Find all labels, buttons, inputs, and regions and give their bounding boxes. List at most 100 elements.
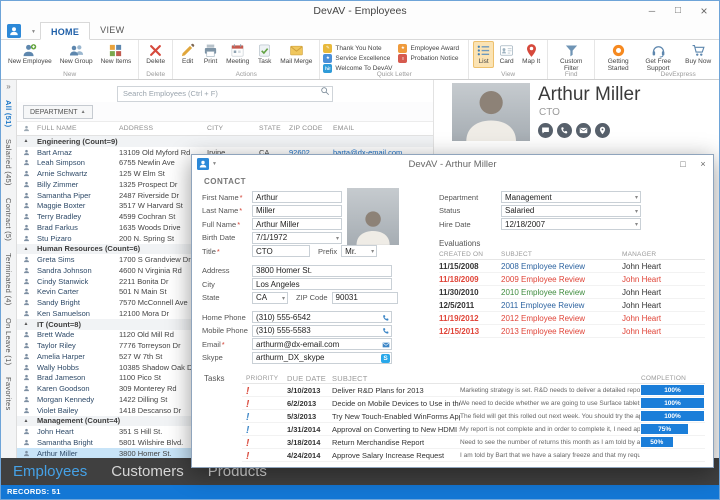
evaluation-row[interactable]: 11/15/2008 2008 Employee Review John Hea… [439, 260, 705, 273]
new-items-button[interactable]: New Items [98, 41, 135, 68]
column-header-city[interactable]: CITY [207, 125, 259, 132]
column-header-state[interactable]: STATE [259, 125, 289, 132]
evaluations-label: Evaluations [439, 239, 480, 248]
status-input[interactable]: Salaried [501, 205, 641, 217]
quick-letter-item[interactable]: ★ Employee Award [398, 43, 459, 53]
custom-filter-button[interactable]: Custom Filter [552, 41, 590, 75]
evaluations-grid: CREATED ON SUBJECT MANAGER 11/15/2008 20… [439, 250, 705, 338]
call-button[interactable] [557, 123, 572, 138]
print-button[interactable]: Print [200, 41, 221, 68]
map-it-button[interactable]: Map It [519, 41, 543, 68]
tasks-header[interactable]: PRIORITY DUE DATE SUBJECT COMPLETION [242, 374, 705, 384]
meeting-button[interactable]: Meeting [223, 41, 252, 68]
quick-letter-icon: ✎ [323, 44, 332, 53]
map-button[interactable] [595, 123, 610, 138]
module-tab[interactable]: Employees [13, 463, 87, 480]
full-name-input[interactable]: Arthur Miller [252, 218, 342, 230]
task-row[interactable]: 6/2/2013 Decide on Mobile Devices to Use… [242, 397, 705, 410]
maximize-icon[interactable] [665, 1, 691, 20]
search-icon [320, 86, 330, 96]
search-box [117, 83, 333, 99]
delete-icon [148, 43, 163, 58]
address-input[interactable]: 3800 Homer St. [252, 265, 392, 277]
task-button[interactable]: Task [254, 41, 275, 68]
group-by-department-chip[interactable]: DEPARTMENT [23, 105, 93, 119]
zip-label: ZIP Code [296, 293, 328, 302]
new-group-button[interactable]: New Group [57, 41, 96, 68]
module-tab[interactable]: Customers [111, 463, 184, 480]
column-header-zip[interactable]: ZIP CODE [289, 125, 333, 132]
dialog-close-icon[interactable]: × [693, 156, 713, 172]
birth-date-input[interactable]: 7/1/1972 [252, 232, 342, 244]
hire-date-input[interactable]: 12/18/2007 [501, 218, 641, 230]
task-row[interactable]: 4/24/2014 Approve Salary Increase Reques… [242, 449, 705, 462]
evaluation-row[interactable]: 11/18/2009 2009 Employee Review John Hea… [439, 273, 705, 286]
evaluation-row[interactable]: 11/19/2012 2012 Employee Review John Hea… [439, 312, 705, 325]
employee-row[interactable]: Engineering (Count=9) [17, 136, 433, 147]
state-input[interactable]: CA [252, 292, 288, 304]
quick-letter-item[interactable]: ✎ Thank You Note [323, 43, 392, 53]
app-menu-button[interactable] [7, 23, 29, 38]
tab-view[interactable]: VIEW [90, 21, 134, 39]
quick-letter-icon: ! [398, 54, 407, 63]
side-tab[interactable]: Favorites [4, 371, 13, 417]
get-free-support-button[interactable]: Get Free Support [639, 41, 677, 75]
contact-tab[interactable]: CONTACT [204, 177, 246, 186]
close-icon[interactable] [691, 1, 717, 20]
side-tab[interactable]: Terminated (4) [4, 247, 13, 312]
task-row[interactable]: 5/3/2013 Try New Touch-Enabled WinForms … [242, 410, 705, 423]
column-header-full-name[interactable]: FULL NAME [37, 125, 119, 132]
person-icon [17, 138, 37, 144]
chat-button[interactable] [538, 123, 553, 138]
task-row[interactable]: 3/10/2013 Deliver R&D Plans for 2013 Mar… [242, 384, 705, 397]
side-tab[interactable]: On Leave (1) [4, 312, 13, 371]
person-icon [17, 213, 37, 220]
side-tab[interactable]: Contract (5) [4, 192, 13, 247]
email-input[interactable]: arthurm@dx-email.com [252, 338, 392, 350]
phone-icon[interactable] [381, 327, 390, 336]
edit-button[interactable]: Edit [177, 41, 198, 68]
delete-button[interactable]: Delete [143, 41, 168, 68]
evaluations-header[interactable]: CREATED ON SUBJECT MANAGER [439, 250, 705, 260]
app-menu-caret-icon[interactable]: ▼ [31, 29, 36, 35]
tab-home[interactable]: HOME [40, 22, 90, 40]
department-input[interactable]: Management [501, 191, 641, 203]
mail-icon[interactable] [381, 340, 390, 349]
completion-bar: 100% [641, 398, 704, 408]
column-header-email[interactable]: EMAIL [333, 125, 433, 132]
evaluation-row[interactable]: 12/15/2013 2013 Employee Review John Hea… [439, 325, 705, 338]
evaluation-row[interactable]: 11/30/2010 2010 Employee Review John Hea… [439, 286, 705, 299]
evaluation-row[interactable]: 12/5/2011 2011 Employee Review John Hear… [439, 299, 705, 312]
new-employee-button[interactable]: New Employee [5, 41, 55, 68]
mail-merge-button[interactable]: Mail Merge [277, 41, 315, 68]
collapse-chevron-icon[interactable] [6, 82, 10, 94]
first-name-input[interactable]: Arthur [252, 191, 342, 203]
search-input[interactable] [117, 86, 333, 102]
column-header-address[interactable]: ADDRESS [119, 125, 207, 132]
phone-icon[interactable] [381, 313, 390, 322]
task-row[interactable]: 3/18/2014 Return Merchandise Report Need… [242, 436, 705, 449]
prefix-input[interactable]: Mr. [341, 245, 377, 257]
task-row[interactable]: 1/31/2014 Approval on Converting to New … [242, 423, 705, 436]
getting-started-button[interactable]: Getting Started [599, 41, 637, 75]
skype-input[interactable]: arthurm_DX_skype [252, 352, 392, 364]
quick-letter-item[interactable]: ★ Service Excellence [323, 53, 392, 63]
priority-icon [246, 446, 249, 463]
last-name-input[interactable]: Miller [252, 205, 342, 217]
home-phone-input[interactable]: (310) 555-6542 [252, 311, 392, 323]
email-button[interactable] [576, 123, 591, 138]
side-tab[interactable]: All (51) [4, 94, 13, 133]
grid-header[interactable]: FULL NAME ADDRESS CITY STATE ZIP CODE EM… [17, 122, 433, 136]
minimize-icon[interactable] [639, 1, 665, 20]
list-view-button[interactable]: List [473, 41, 494, 68]
city-input[interactable]: Los Angeles [252, 278, 392, 290]
side-tab[interactable]: Salaried (45) [4, 133, 13, 192]
cart-icon [691, 43, 706, 58]
dialog-maximize-icon[interactable]: □ [673, 156, 693, 172]
title-input[interactable]: CTO [252, 245, 310, 257]
buy-now-button[interactable]: Buy Now [679, 41, 717, 68]
quick-letter-item[interactable]: ! Probation Notice [398, 53, 459, 63]
mobile-phone-input[interactable]: (310) 555-5583 [252, 325, 392, 337]
card-view-button[interactable]: Card [496, 41, 517, 68]
zip-input[interactable]: 90031 [332, 292, 398, 304]
